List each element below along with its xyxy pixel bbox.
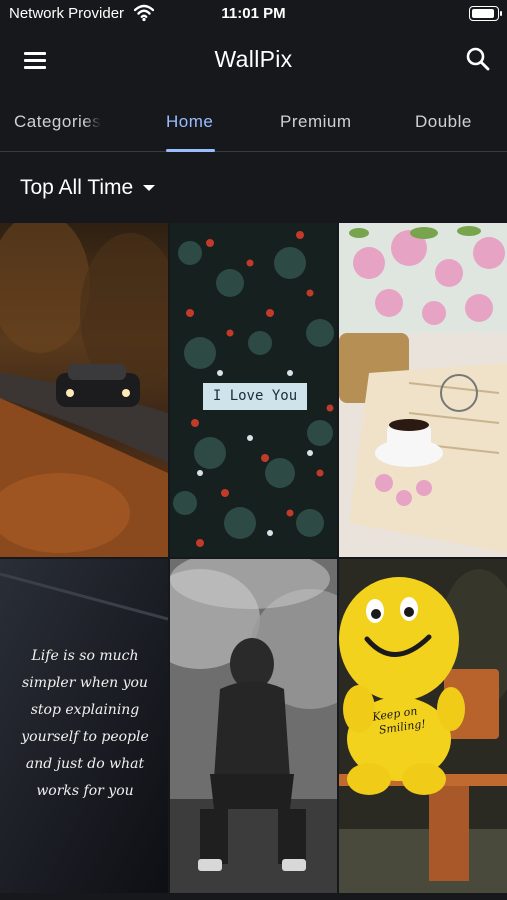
wallpaper-hooded-figure[interactable]	[170, 559, 337, 893]
tab-double[interactable]: Double	[415, 92, 485, 152]
wallpaper-car-autumn-road[interactable]	[0, 223, 168, 557]
status-bar: Network Provider 11:01 PM	[0, 0, 507, 28]
wallpaper-overlay-text: Life is so much simpler when you stop ex…	[21, 648, 149, 799]
wallpaper-overlay-text: I Love You	[203, 383, 307, 410]
wallpaper-flowers-coffee[interactable]	[339, 223, 507, 557]
app-bar: WallPix	[0, 28, 507, 92]
wallpaper-i-love-you-flowers[interactable]: I Love You	[170, 223, 337, 557]
wallpaper-quote[interactable]: Life is so much simpler when you stop ex…	[0, 559, 168, 893]
sort-dropdown-label: Top All Time	[20, 176, 134, 199]
tab-premium[interactable]: Premium	[280, 92, 360, 152]
tab-categories[interactable]: Categories	[14, 92, 112, 152]
search-icon[interactable]	[463, 44, 493, 74]
caret-down-icon	[143, 185, 156, 191]
active-tab-indicator	[166, 149, 215, 152]
tab-home[interactable]: Home	[166, 92, 221, 152]
sort-dropdown[interactable]: Top All Time	[20, 174, 156, 202]
wallpaper-smiley-plush[interactable]: Keep on Smiling!	[339, 559, 507, 893]
tab-bar: Categories Home Premium Double	[0, 92, 507, 152]
battery-icon	[469, 6, 502, 21]
wallpaper-grid: I Love You Life is so much simpler when …	[0, 223, 507, 900]
status-time: 11:01 PM	[221, 5, 286, 22]
app-title: WallPix	[214, 46, 293, 72]
